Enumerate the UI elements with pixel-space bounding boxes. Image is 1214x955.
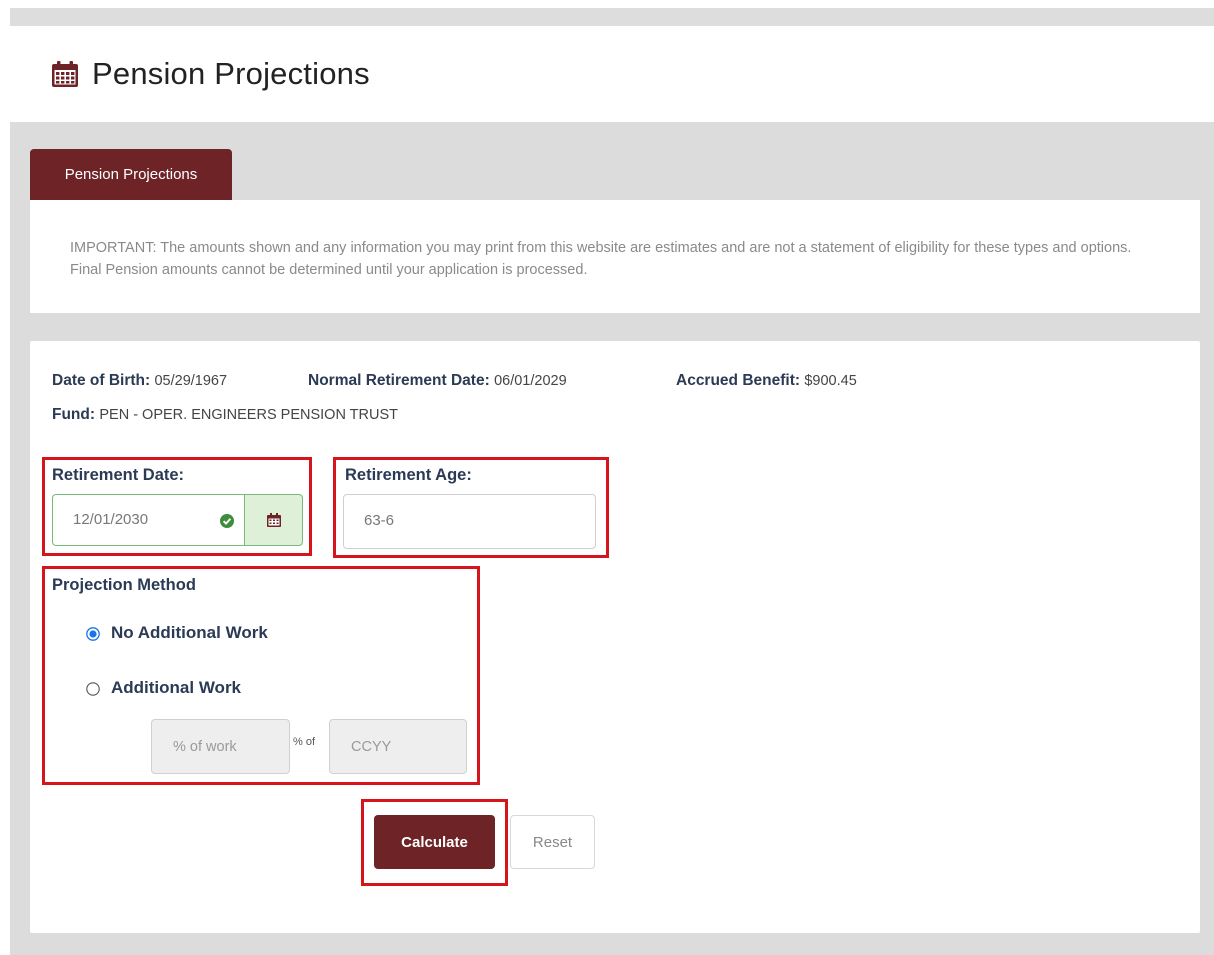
accrued-value: $900.45 <box>804 373 857 389</box>
page-header: Pension Projections <box>50 52 370 96</box>
highlight-projection-method <box>42 566 480 785</box>
notice-text: IMPORTANT: The amounts shown and any inf… <box>70 240 1132 278</box>
nrd-info: Normal Retirement Date: 06/01/2029 <box>308 372 567 390</box>
notice-panel: IMPORTANT: The amounts shown and any inf… <box>30 200 1200 313</box>
fund-info: Fund: PEN - OPER. ENGINEERS PENSION TRUS… <box>52 406 398 424</box>
highlight-retirement-age <box>333 457 609 558</box>
dob-info: Date of Birth: 05/29/1967 <box>52 372 227 390</box>
top-strip <box>10 8 1214 26</box>
reset-button[interactable]: Reset <box>510 815 595 869</box>
tab-pension-projections[interactable]: Pension Projections <box>30 149 232 200</box>
dob-value: 05/29/1967 <box>154 373 228 389</box>
nrd-value: 06/01/2029 <box>494 373 567 389</box>
accrued-label: Accrued Benefit: <box>676 372 801 389</box>
highlight-calculate <box>361 799 508 886</box>
highlight-retirement-date <box>42 457 312 556</box>
fund-value: PEN - OPER. ENGINEERS PENSION TRUST <box>99 407 399 423</box>
calendar-icon <box>52 61 78 87</box>
nrd-label: Normal Retirement Date: <box>308 372 490 389</box>
accrued-info: Accrued Benefit: $900.45 <box>676 372 857 390</box>
fund-label: Fund: <box>52 406 96 423</box>
dob-label: Date of Birth: <box>52 372 151 389</box>
page-title: Pension Projections <box>92 56 370 91</box>
